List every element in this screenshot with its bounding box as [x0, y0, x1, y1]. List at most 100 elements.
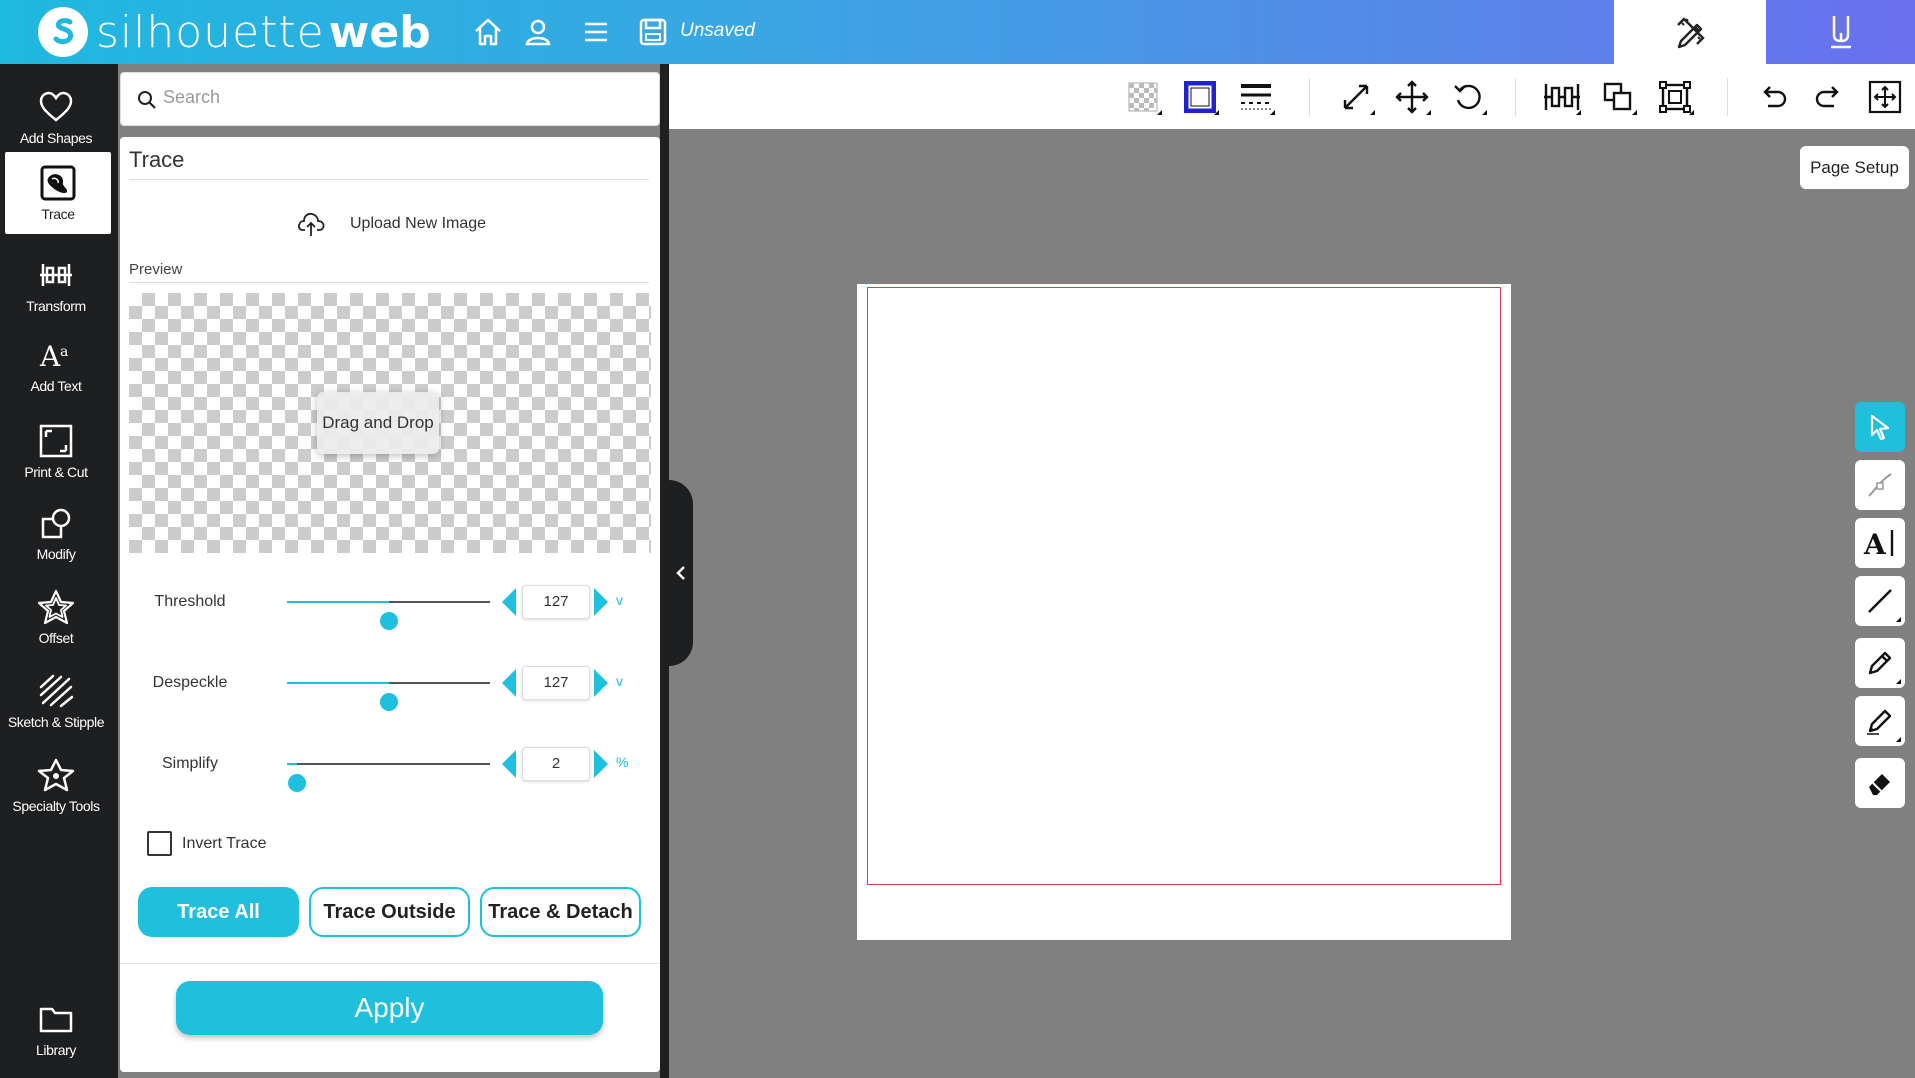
top-toolbar — [669, 64, 1915, 129]
slider-thumb[interactable] — [379, 693, 398, 711]
text-icon: Aa — [38, 336, 74, 374]
nav-modify[interactable]: Modify — [0, 492, 112, 574]
despeckle-control: Despeckle 127 v — [120, 663, 660, 711]
cut-border — [867, 287, 1501, 885]
simplify-slider[interactable] — [287, 763, 490, 792]
replicate-icon[interactable] — [1598, 78, 1638, 116]
text-tool-icon[interactable]: A — [1855, 518, 1905, 568]
page-setup-button[interactable]: Page Setup — [1800, 146, 1909, 189]
trace-panel: Trace Upload New Image Preview Drag and … — [120, 137, 660, 1072]
decrement-icon[interactable] — [502, 669, 516, 697]
nav-specialty-tools[interactable]: Specialty Tools — [0, 744, 112, 826]
trace-and-detach-button[interactable]: Trace & Detach — [480, 887, 641, 937]
divider — [129, 282, 649, 283]
nav-library[interactable]: Library — [0, 988, 112, 1070]
search-icon — [137, 90, 157, 110]
nav-transform[interactable]: Transform — [0, 244, 112, 326]
nav-trace[interactable]: Trace — [5, 152, 111, 234]
nav-add-shapes[interactable]: Add Shapes — [0, 76, 112, 158]
nav-sketch-stipple[interactable]: Sketch & Stipple — [0, 660, 112, 742]
trace-all-button[interactable]: Trace All — [138, 887, 299, 937]
app-logo[interactable]: silhouette web — [38, 7, 431, 58]
menu-icon[interactable] — [578, 14, 614, 50]
zoom-fit-icon[interactable] — [1865, 78, 1905, 116]
threshold-control: Threshold 127 v — [120, 582, 660, 630]
threshold-unit: v — [616, 592, 623, 608]
line-style-icon[interactable] — [1236, 78, 1276, 116]
invert-trace-checkbox[interactable]: Invert Trace — [147, 831, 266, 856]
move-icon[interactable] — [1392, 78, 1432, 116]
line-tool-icon[interactable] — [1855, 576, 1905, 626]
scale-icon[interactable] — [1336, 78, 1376, 116]
search-box — [120, 72, 660, 126]
fill-pattern-icon[interactable] — [1123, 78, 1163, 116]
home-icon[interactable] — [470, 14, 506, 50]
pen-tool-icon[interactable] — [1855, 638, 1905, 688]
slider-thumb[interactable] — [288, 774, 307, 792]
upload-new-image-button[interactable]: Upload New Image — [296, 211, 486, 237]
nav-label: Library — [36, 1042, 76, 1058]
panel-edge — [660, 64, 669, 1078]
simplify-label: Simplify — [161, 755, 218, 772]
select-tool-icon[interactable] — [1855, 402, 1905, 452]
nav-add-text[interactable]: Aa Add Text — [0, 324, 112, 406]
panel-title: Trace — [129, 147, 185, 172]
increment-icon[interactable] — [594, 750, 608, 778]
threshold-value[interactable]: 127 — [522, 585, 590, 619]
nav-label: Trace — [41, 206, 75, 222]
drag-and-drop-zone[interactable]: Drag and Drop — [317, 392, 439, 454]
increment-icon[interactable] — [594, 669, 608, 697]
nav-print-cut[interactable]: Print & Cut — [0, 410, 112, 492]
offset-star-icon — [37, 588, 75, 626]
send-mode-tab[interactable] — [1766, 0, 1915, 64]
increment-icon[interactable] — [594, 588, 608, 616]
design-page[interactable] — [857, 284, 1511, 940]
preview-area[interactable]: Drag and Drop — [129, 293, 651, 553]
apply-button[interactable]: Apply — [176, 981, 603, 1035]
slider-fill — [287, 601, 389, 603]
rotate-icon[interactable] — [1448, 78, 1488, 116]
transform-icon — [38, 256, 74, 294]
collapse-panel-button[interactable] — [669, 480, 693, 666]
eraser-tool-icon[interactable] — [1855, 758, 1905, 808]
folder-icon — [39, 1000, 73, 1038]
despeckle-label: Despeckle — [152, 674, 228, 691]
nav-label: Add Shapes — [19, 130, 93, 146]
despeckle-unit: v — [616, 673, 623, 689]
despeckle-value[interactable]: 127 — [522, 666, 590, 700]
decrement-icon[interactable] — [502, 750, 516, 778]
despeckle-slider[interactable] — [287, 682, 490, 711]
checkbox-box[interactable] — [147, 831, 172, 856]
heart-icon — [38, 88, 74, 126]
logo-badge-icon — [38, 7, 88, 57]
nav-offset[interactable]: Offset — [0, 576, 112, 658]
user-icon[interactable] — [520, 14, 556, 50]
file-status: Unsaved — [680, 20, 755, 41]
simplify-value[interactable]: 2 — [522, 747, 590, 781]
toolbar-divider — [1727, 78, 1728, 116]
redo-icon[interactable] — [1809, 78, 1849, 116]
align-icon[interactable] — [1542, 78, 1582, 116]
threshold-slider[interactable] — [287, 601, 490, 630]
trace-outside-button[interactable]: Trace Outside — [309, 887, 470, 937]
slider-fill — [287, 763, 298, 765]
line-color-icon[interactable] — [1180, 78, 1220, 116]
design-mode-tab[interactable] — [1614, 0, 1766, 64]
save-icon[interactable] — [635, 14, 671, 50]
upload-label: Upload New Image — [350, 215, 487, 232]
modify-icon — [39, 504, 73, 542]
slider-thumb[interactable] — [379, 612, 398, 630]
nav-label: Specialty Tools — [12, 798, 100, 814]
point-edit-tool-icon[interactable] — [1855, 460, 1905, 510]
decrement-icon[interactable] — [502, 588, 516, 616]
search-input[interactable] — [163, 87, 643, 108]
pencil-tool-icon[interactable] — [1855, 696, 1905, 746]
chevron-left-icon — [676, 565, 686, 581]
group-icon[interactable] — [1655, 78, 1695, 116]
send-mode-icon — [1823, 13, 1859, 51]
nav-label: Offset — [38, 630, 74, 646]
sketch-icon — [37, 672, 75, 710]
undo-icon[interactable] — [1753, 78, 1793, 116]
registration-marks-icon — [39, 422, 73, 460]
design-mode-icon — [1671, 13, 1709, 51]
